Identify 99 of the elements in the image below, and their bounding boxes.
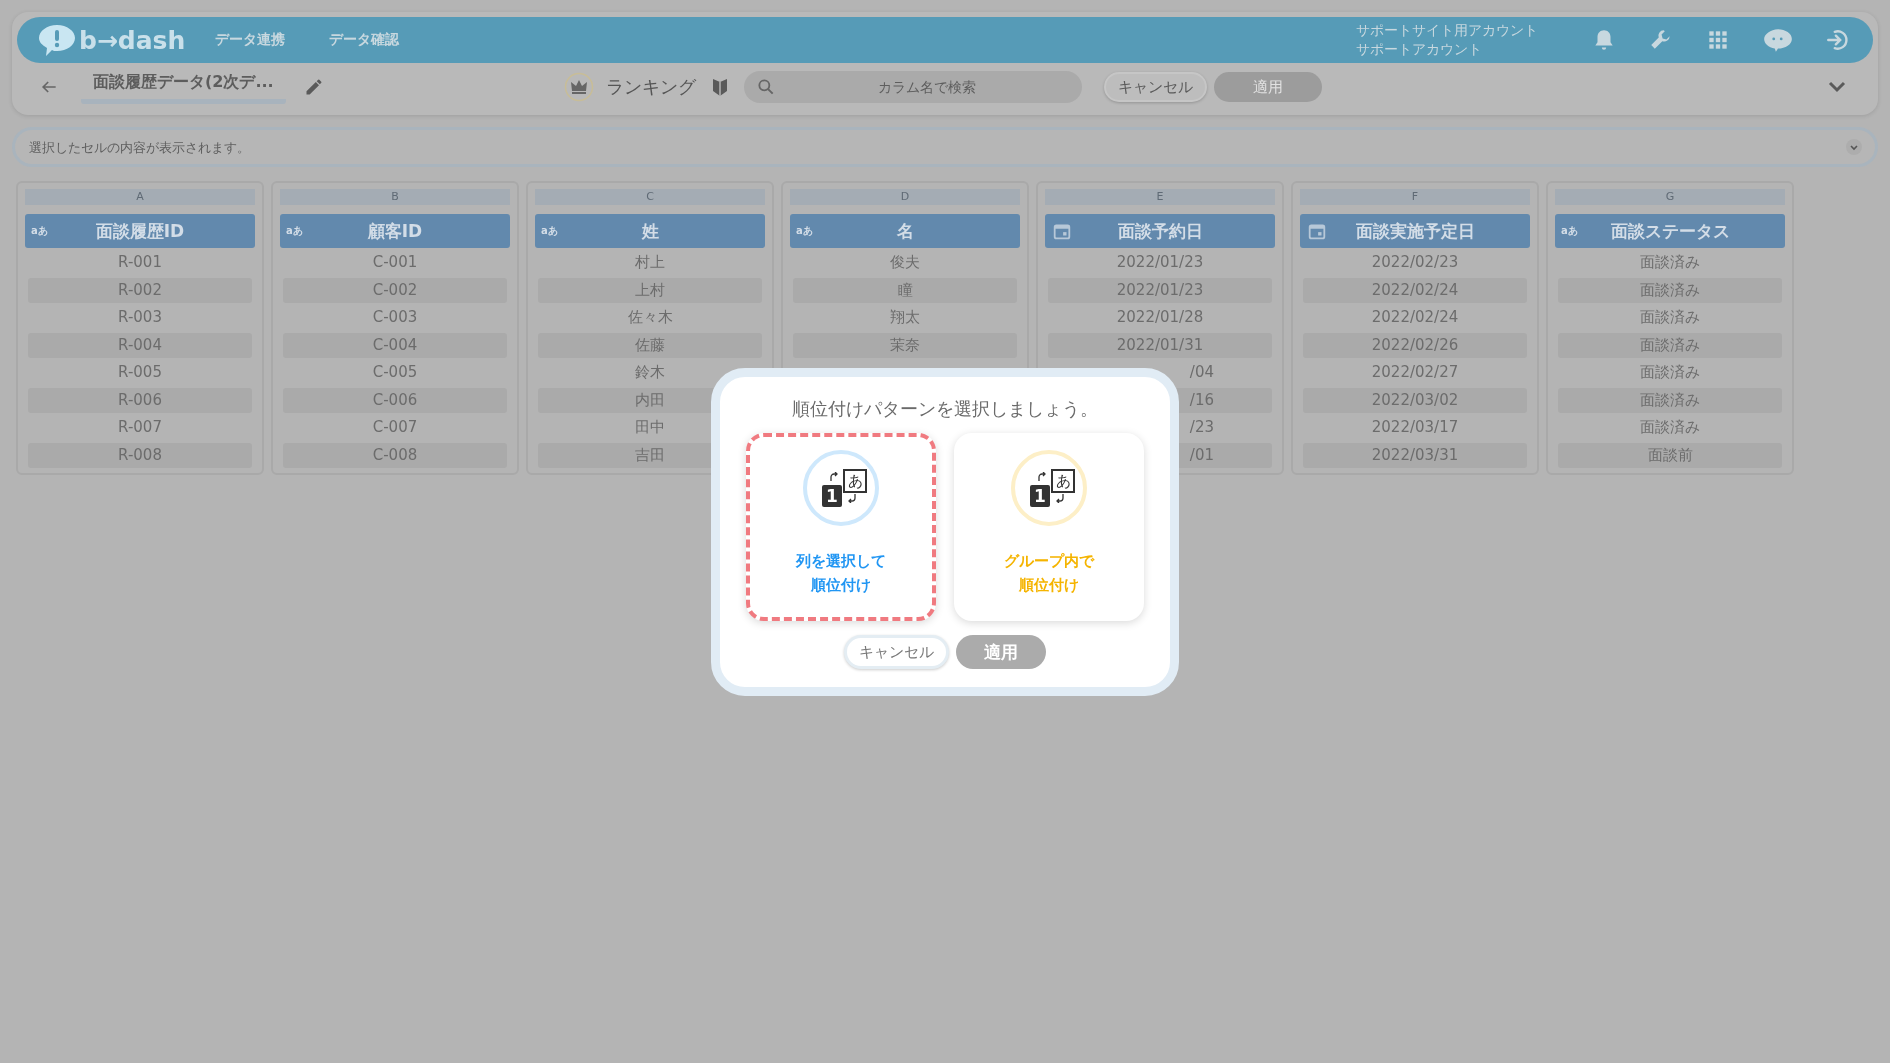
type-label: aあ	[796, 224, 813, 238]
nav-link[interactable]: データ連携	[215, 31, 286, 49]
column-letter: G	[1555, 189, 1785, 205]
table-cell: 2022/03/31	[1303, 442, 1527, 468]
calendar-icon	[1053, 222, 1071, 240]
table-cell: 面談前	[1558, 442, 1782, 468]
column-header[interactable]: aあ 顧客ID	[280, 214, 510, 248]
type-label: aあ	[541, 224, 558, 238]
column-header[interactable]: aあ 面談履歴ID	[25, 214, 255, 248]
table-cell: R-006	[28, 387, 252, 413]
dataset-title[interactable]: 面談履歴データ(2次デ...	[81, 70, 286, 104]
cell-content-field[interactable]: 選択したセルの内容が表示されます。	[12, 127, 1878, 167]
table-cell: 2022/03/02	[1303, 387, 1527, 413]
option-label: グループ内で	[1004, 551, 1094, 572]
table-cell-text: 田中	[634, 417, 666, 438]
option-card[interactable]: あ 1 列を選択して 順位付け	[746, 433, 936, 621]
column-letter: D	[790, 189, 1020, 205]
table-cell: 2022/02/26	[1303, 332, 1527, 358]
table-cell-text: R-007	[117, 417, 163, 438]
column-header[interactable]: 面談実施予定日	[1300, 214, 1530, 248]
column-letter: F	[1300, 189, 1530, 205]
table-cell-text: 翔太	[889, 307, 921, 328]
column-title: 面談予約日	[1117, 219, 1203, 243]
table-cell-text: 面談済み	[1639, 307, 1701, 328]
table-cell: 面談済み	[1558, 277, 1782, 303]
table-cell: 面談済み	[1558, 332, 1782, 358]
column-letter: C	[535, 189, 765, 205]
column-title: 面談ステータス	[1610, 219, 1730, 243]
logo-bubble-icon	[37, 22, 77, 58]
table-cell-text: 2022/02/24	[1370, 307, 1460, 328]
column-header[interactable]: aあ 名	[790, 214, 1020, 248]
table-cell-text: 2022/02/23	[1370, 252, 1460, 273]
table-cell-text: C-007	[371, 417, 419, 438]
table-cell-text: 2022/01/28	[1115, 307, 1205, 328]
account-name: サポートアカウント	[1356, 40, 1483, 59]
logo[interactable]: b→dash	[79, 25, 186, 55]
table-cell-text: /04	[1188, 362, 1215, 383]
table-cell: R-002	[28, 277, 252, 303]
table-cell-text: 鈴木	[634, 362, 666, 383]
search-icon	[755, 77, 776, 97]
table-cell-text: 面談済み	[1639, 417, 1701, 438]
toolbar-button[interactable]: キャンセル	[1103, 72, 1207, 102]
mode-label: ランキング	[605, 75, 696, 99]
table-cell-text: R-001	[117, 252, 163, 273]
table-cell: C-004	[283, 332, 507, 358]
column-title: 面談実施予定日	[1355, 219, 1475, 243]
table-cell: 瞳	[793, 277, 1017, 303]
column-letter: A	[25, 189, 255, 205]
column-letter: B	[280, 189, 510, 205]
calendar-icon	[1308, 222, 1326, 240]
column-header[interactable]: aあ 姓	[535, 214, 765, 248]
column-title: 姓	[641, 219, 659, 243]
column-letter: E	[1045, 189, 1275, 205]
table-cell: 茉奈	[793, 332, 1017, 358]
option-label: 順位付け	[811, 575, 871, 596]
table-cell-text: 2022/01/23	[1115, 252, 1205, 273]
type-label: aあ	[1561, 224, 1578, 238]
column-header[interactable]: 面談予約日	[1045, 214, 1275, 248]
chevron-down-icon[interactable]	[1846, 139, 1862, 155]
table-cell: C-008	[283, 442, 507, 468]
table-cell: R-008	[28, 442, 252, 468]
table-cell-text: C-005	[371, 362, 419, 383]
type-label: aあ	[31, 224, 48, 238]
table-cell-text: 村上	[634, 252, 666, 273]
table-cell: C-002	[283, 277, 507, 303]
table-cell: 2022/02/24	[1303, 277, 1527, 303]
option-label: 列を選択して	[796, 551, 886, 572]
option-label: 順位付け	[1019, 575, 1079, 596]
dialog-button[interactable]: キャンセル	[844, 635, 949, 669]
account-name: サポートサイト用アカウント	[1356, 21, 1538, 40]
table-cell-text: 面談済み	[1639, 362, 1701, 383]
ranking-icon: あ 1	[1011, 450, 1087, 526]
table-cell-text: R-005	[117, 362, 163, 383]
type-label: aあ	[286, 224, 303, 238]
column-title: 名	[896, 219, 914, 243]
logout-icon[interactable]	[1825, 27, 1851, 53]
column-title: 顧客ID	[367, 219, 423, 243]
column-title: 面談履歴ID	[95, 219, 185, 243]
table-cell: 2022/01/31	[1048, 332, 1272, 358]
table-cell-text: 2022/03/17	[1370, 417, 1460, 438]
table-cell: 佐藤	[538, 332, 762, 358]
table-cell-text: 2022/02/27	[1370, 362, 1460, 383]
table-cell: C-006	[283, 387, 507, 413]
table-cell-text: 面談済み	[1639, 252, 1701, 273]
table-cell-text: C-003	[371, 307, 419, 328]
table-cell: 上村	[538, 277, 762, 303]
ranking-icon: あ 1	[803, 450, 879, 526]
table-cell-text: 俊夫	[889, 252, 921, 273]
column-header[interactable]: aあ 面談ステータス	[1555, 214, 1785, 248]
table-cell: 面談済み	[1558, 387, 1782, 413]
search-field[interactable]: カラム名で検索	[743, 71, 1082, 103]
crown-icon	[563, 72, 594, 102]
table-cell-text: C-001	[371, 252, 419, 273]
table-cell-text: 佐々木	[626, 307, 674, 328]
table-cell: 2022/01/23	[1048, 277, 1272, 303]
nav-link[interactable]: データ確認	[329, 31, 400, 49]
table-cell: R-004	[28, 332, 252, 358]
table-cell-text: R-003	[117, 307, 163, 328]
table-cell-text: /23	[1188, 417, 1215, 438]
